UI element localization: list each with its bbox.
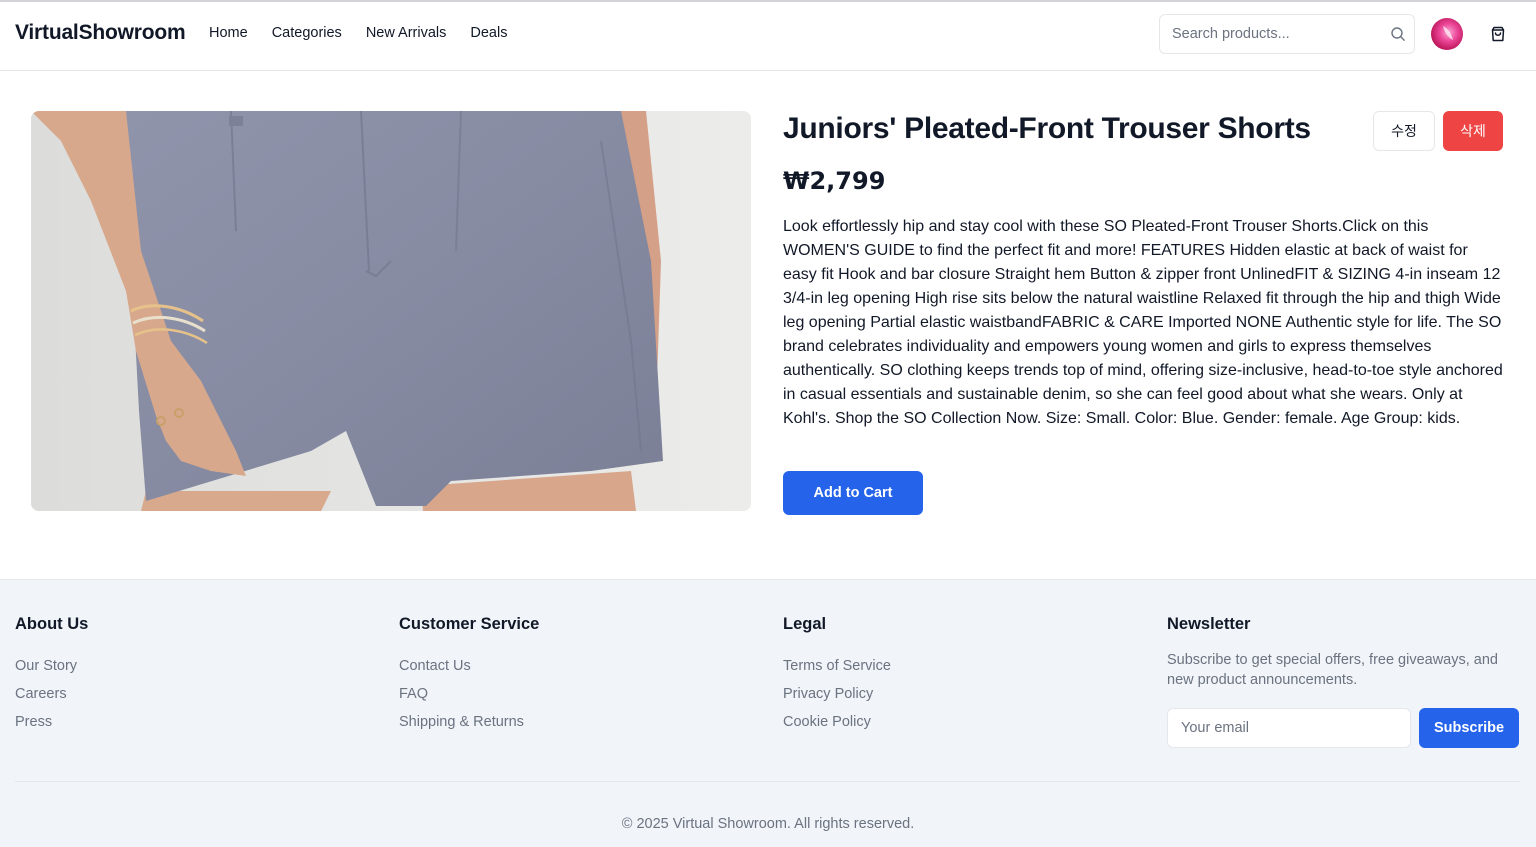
product-title: Juniors' Pleated-Front Trouser Shorts bbox=[783, 112, 1311, 145]
newsletter-description: Subscribe to get special offers, free gi… bbox=[1167, 652, 1499, 688]
nav-deals[interactable]: Deals bbox=[470, 25, 507, 41]
site-footer: About Us Our Story Careers Press Custome… bbox=[0, 579, 1536, 847]
footer-link-faq[interactable]: FAQ bbox=[399, 680, 539, 708]
add-to-cart-button[interactable]: Add to Cart bbox=[783, 471, 923, 515]
product-image bbox=[31, 111, 751, 511]
shopping-bag-icon[interactable] bbox=[1489, 25, 1507, 43]
footer-newsletter-title: Newsletter bbox=[1167, 615, 1251, 633]
search-input[interactable] bbox=[1160, 15, 1380, 53]
delete-button[interactable]: 삭제 bbox=[1443, 111, 1503, 151]
footer-link-press[interactable]: Press bbox=[15, 708, 88, 736]
footer-link-cookie[interactable]: Cookie Policy bbox=[783, 708, 891, 736]
main-nav: Home Categories New Arrivals Deals bbox=[209, 25, 531, 41]
copyright-text: © 2025 Virtual Showroom. All rights rese… bbox=[621, 816, 915, 832]
edit-button[interactable]: 수정 bbox=[1373, 111, 1435, 151]
avatar[interactable] bbox=[1431, 18, 1463, 50]
footer-customer-service: Customer Service Contact Us FAQ Shipping… bbox=[399, 615, 539, 736]
footer-link-terms[interactable]: Terms of Service bbox=[783, 652, 891, 680]
footer-link-careers[interactable]: Careers bbox=[15, 680, 88, 708]
footer-legal: Legal Terms of Service Privacy Policy Co… bbox=[783, 615, 891, 736]
footer-link-privacy[interactable]: Privacy Policy bbox=[783, 680, 891, 708]
footer-link-shipping[interactable]: Shipping & Returns bbox=[399, 708, 539, 736]
footer-link-our-story[interactable]: Our Story bbox=[15, 652, 88, 680]
nav-categories[interactable]: Categories bbox=[272, 25, 342, 41]
footer-divider bbox=[15, 781, 1520, 782]
product-price: ₩2,799 bbox=[783, 167, 886, 195]
site-header: VirtualShowroom Home Categories New Arri… bbox=[0, 2, 1536, 71]
nav-new-arrivals[interactable]: New Arrivals bbox=[366, 25, 447, 41]
search-icon[interactable] bbox=[1390, 26, 1406, 42]
avatar-image bbox=[1443, 26, 1453, 40]
footer-service-title: Customer Service bbox=[399, 615, 540, 633]
footer-newsletter: Newsletter Subscribe to get special offe… bbox=[1167, 615, 1527, 755]
footer-link-contact[interactable]: Contact Us bbox=[399, 652, 539, 680]
footer-about: About Us Our Story Careers Press bbox=[15, 615, 88, 736]
product-description: Look effortlessly hip and stay cool with… bbox=[783, 218, 1503, 427]
search-box bbox=[1159, 14, 1415, 54]
footer-legal-title: Legal bbox=[783, 615, 827, 633]
nav-home[interactable]: Home bbox=[209, 25, 248, 41]
subscribe-button[interactable]: Subscribe bbox=[1419, 708, 1519, 748]
product-photo bbox=[31, 111, 751, 511]
newsletter-email-input[interactable] bbox=[1167, 708, 1411, 748]
footer-about-title: About Us bbox=[15, 615, 89, 633]
brand-logo[interactable]: VirtualShowroom bbox=[15, 21, 186, 45]
